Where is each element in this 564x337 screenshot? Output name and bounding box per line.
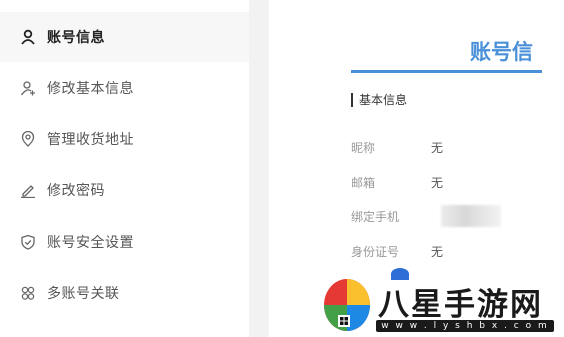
- sidebar-item-multi-account[interactable]: 多账号关联: [0, 268, 249, 318]
- section-title: 基本信息: [351, 93, 407, 107]
- watermark-logo-icon: [324, 279, 370, 331]
- page-title: 账号信: [470, 40, 533, 64]
- sidebar-item-label: 账号信息: [47, 30, 105, 46]
- user-icon: [19, 28, 37, 46]
- field-label: 身份证号: [351, 245, 400, 259]
- field-label: 邮箱: [351, 176, 376, 190]
- sidebar: 账号信息 修改基本信息 管理收货地址 修改密码 账号安全设置 多账号关联: [0, 0, 249, 337]
- field-value: 无: [431, 176, 444, 190]
- sidebar-item-label: 账号安全设置: [47, 235, 134, 251]
- watermark: 八星手游网 w w w . l y s h b x . c o m: [316, 275, 556, 337]
- watermark-url: w w w . l y s h b x . c o m: [376, 320, 554, 332]
- user-plus-icon: [19, 79, 37, 97]
- shield-check-icon: [19, 233, 37, 251]
- sidebar-item-security-settings[interactable]: 账号安全设置: [0, 217, 249, 267]
- field-label: 昵称: [351, 141, 376, 155]
- sidebar-item-edit-basic-info[interactable]: 修改基本信息: [0, 63, 249, 113]
- sidebar-item-label: 修改基本信息: [47, 81, 134, 97]
- sidebar-item-change-password[interactable]: 修改密码: [0, 165, 249, 215]
- field-value: 无: [431, 141, 444, 155]
- pencil-icon: [19, 181, 37, 199]
- blurred-phone-value: [441, 205, 501, 227]
- sidebar-divider: [249, 0, 269, 337]
- sidebar-item-label: 多账号关联: [47, 286, 120, 302]
- field-label: 绑定手机: [351, 210, 400, 224]
- linked-accounts-icon: [19, 284, 37, 302]
- sidebar-item-label: 管理收货地址: [47, 132, 134, 148]
- sidebar-item-label: 修改密码: [47, 183, 105, 199]
- sidebar-item-manage-address[interactable]: 管理收货地址: [0, 114, 249, 164]
- watermark-text: 八星手游网: [378, 287, 543, 323]
- sidebar-item-account-info[interactable]: 账号信息: [0, 12, 249, 62]
- location-pin-icon: [19, 130, 37, 148]
- field-value: 无: [431, 245, 444, 259]
- title-underline: [351, 70, 542, 73]
